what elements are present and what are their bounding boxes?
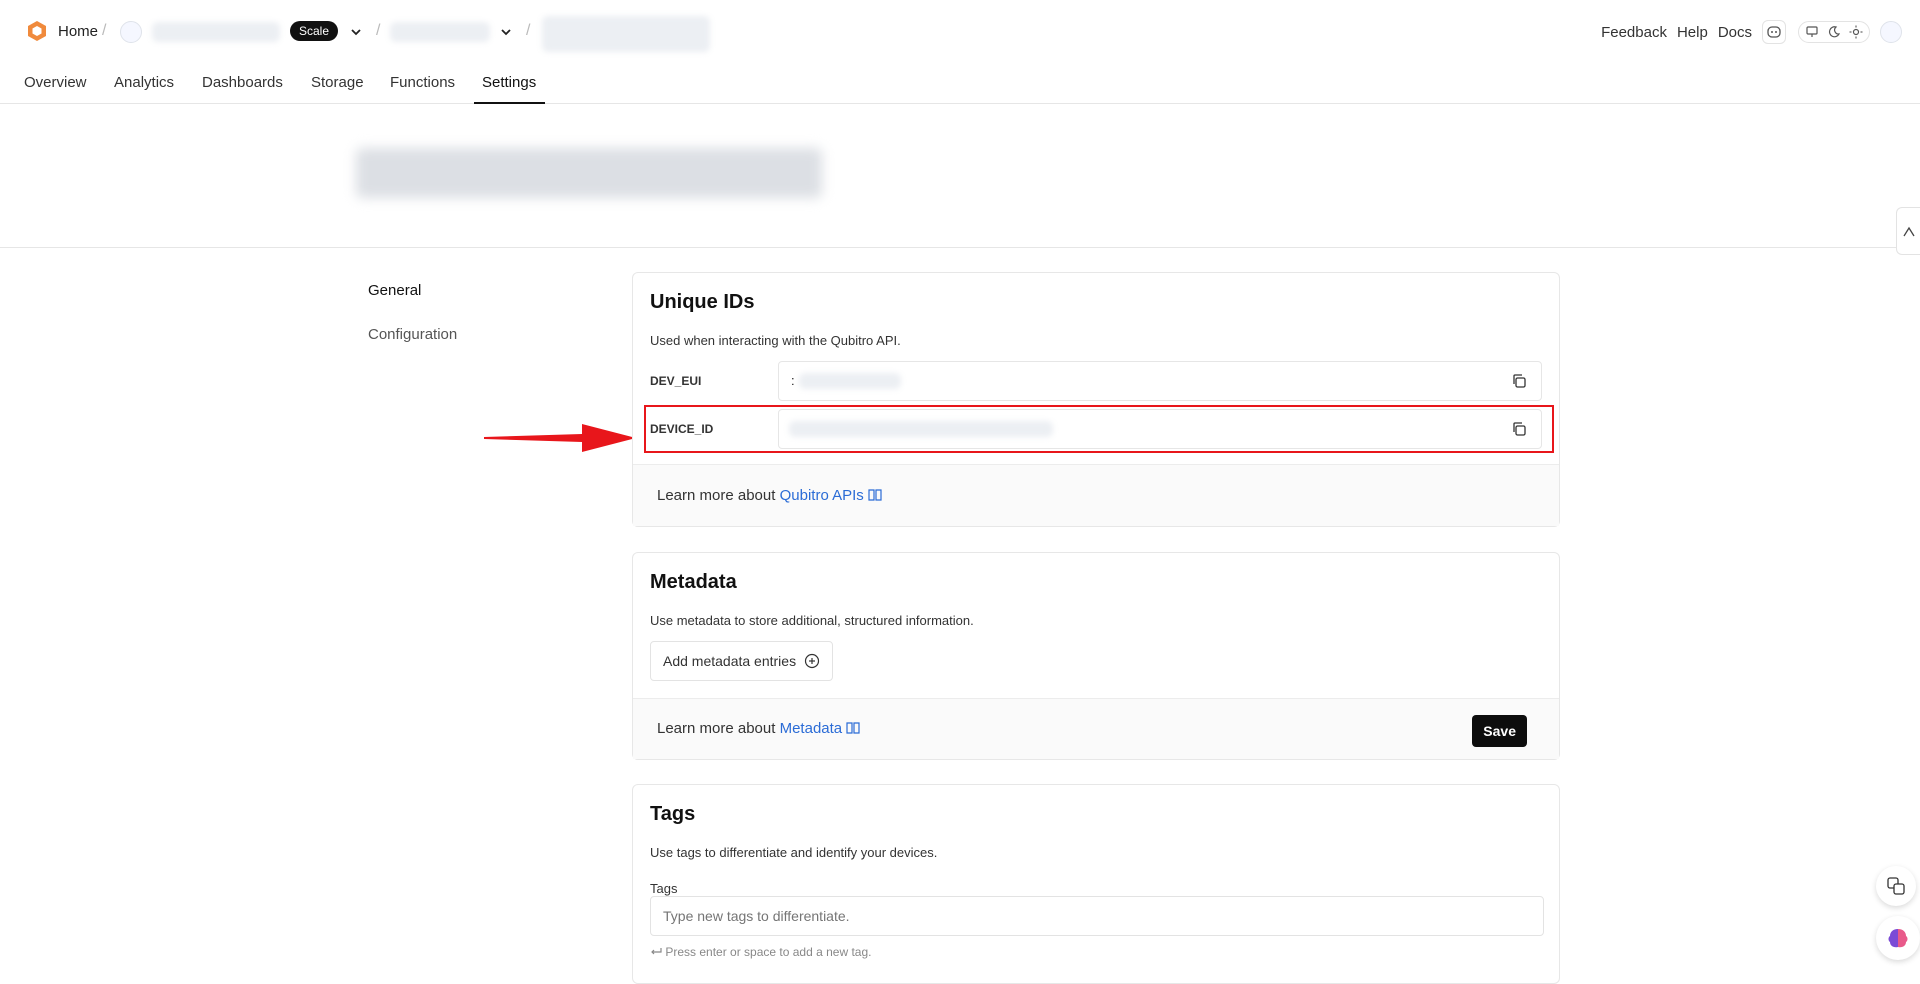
tags-title: Tags xyxy=(650,803,696,825)
dev-eui-label: DEV_EUI xyxy=(650,374,702,388)
unique-ids-description: Used when interacting with the Qubitro A… xyxy=(650,333,901,348)
docs-link[interactable]: Docs xyxy=(1718,24,1752,41)
moon-icon[interactable] xyxy=(1827,25,1841,39)
tags-description: Use tags to differentiate and identify y… xyxy=(650,845,938,860)
annotation-highlight-box xyxy=(644,405,1554,453)
book-icon[interactable] xyxy=(868,489,882,501)
side-panel-toggle[interactable] xyxy=(1896,207,1920,255)
settings-sidebar: General Configuration xyxy=(368,282,457,370)
metadata-description: Use metadata to store additional, struct… xyxy=(650,613,974,628)
add-metadata-button[interactable]: Add metadata entries xyxy=(650,641,834,681)
dev-eui-field[interactable]: : xyxy=(778,361,1542,401)
project-dropdown-chevron-icon[interactable] xyxy=(498,24,514,40)
footer-prefix: Learn more about xyxy=(657,720,776,737)
tags-card: Tags Use tags to differentiate and ident… xyxy=(632,784,1560,984)
book-icon[interactable] xyxy=(846,722,860,734)
tab-analytics[interactable]: Analytics xyxy=(114,74,174,91)
metadata-card: Metadata Use metadata to store additiona… xyxy=(632,552,1560,760)
metadata-footer: Learn more about Metadata Save xyxy=(633,698,1559,759)
tab-dashboards[interactable]: Dashboards xyxy=(202,74,283,91)
tags-field-label: Tags xyxy=(650,881,678,896)
translate-button[interactable] xyxy=(1876,866,1916,906)
annotation-arrow-icon xyxy=(484,424,636,452)
org-name-redacted xyxy=(152,22,280,42)
sidebar-item-configuration[interactable]: Configuration xyxy=(368,326,457,343)
tab-storage[interactable]: Storage xyxy=(311,74,364,91)
footer-prefix: Learn more about xyxy=(657,487,776,504)
project-name-redacted[interactable] xyxy=(390,22,490,42)
sun-icon[interactable] xyxy=(1849,25,1863,39)
assistant-button[interactable] xyxy=(1876,916,1920,960)
breadcrumb-separator: / xyxy=(376,22,381,39)
dev-eui-row: DEV_EUI : xyxy=(650,361,1542,401)
unique-ids-footer: Learn more about Qubitro APIs xyxy=(633,464,1559,526)
breadcrumb-separator: / xyxy=(102,22,107,39)
help-link[interactable]: Help xyxy=(1677,24,1708,41)
dev-eui-value-redacted xyxy=(799,373,901,389)
metadata-footer-text: Learn more about Metadata xyxy=(657,720,860,737)
main-nav: Overview Analytics Dashboards Storage Fu… xyxy=(0,64,1920,104)
metadata-title: Metadata xyxy=(650,571,737,593)
logo-icon xyxy=(28,21,46,41)
tab-overview[interactable]: Overview xyxy=(24,74,87,91)
discord-icon[interactable] xyxy=(1762,20,1786,44)
feedback-link[interactable]: Feedback xyxy=(1601,24,1667,41)
add-metadata-label: Add metadata entries xyxy=(663,653,797,669)
unique-ids-footer-text: Learn more about Qubitro APIs xyxy=(657,487,882,504)
user-avatar-icon[interactable] xyxy=(1880,21,1902,43)
sidebar-item-general[interactable]: General xyxy=(368,282,457,299)
monitor-icon[interactable] xyxy=(1805,25,1819,39)
tab-functions[interactable]: Functions xyxy=(390,74,455,91)
brain-icon xyxy=(1888,929,1908,948)
save-button[interactable]: Save xyxy=(1472,715,1527,747)
dev-eui-value-prefix: : xyxy=(791,373,795,388)
enter-key-icon xyxy=(651,948,662,955)
translate-icon xyxy=(1887,877,1905,895)
tags-hint-text: Press enter or space to add a new tag. xyxy=(665,945,872,959)
copy-icon[interactable] xyxy=(1511,373,1527,389)
plan-badge: Scale xyxy=(290,21,339,41)
home-link[interactable]: Home xyxy=(26,20,98,42)
tags-hint: Press enter or space to add a new tag. xyxy=(650,945,871,959)
page-header xyxy=(0,104,1920,248)
plus-circle-icon xyxy=(804,653,820,669)
org-dropdown-chevron-icon[interactable] xyxy=(348,24,364,40)
panel-icon xyxy=(1903,226,1915,237)
breadcrumb-separator: / xyxy=(526,22,531,39)
tab-settings[interactable]: Settings xyxy=(482,74,536,91)
org-avatar-icon xyxy=(120,21,142,43)
top-bar: Home / Scale / / Feedback Help Docs xyxy=(0,0,1920,64)
device-name-redacted xyxy=(542,16,710,52)
theme-switcher xyxy=(1798,21,1870,43)
metadata-docs-link[interactable]: Metadata xyxy=(780,720,843,737)
qubitro-apis-link[interactable]: Qubitro APIs xyxy=(780,487,864,504)
unique-ids-card: Unique IDs Used when interacting with th… xyxy=(632,272,1560,527)
tags-input[interactable] xyxy=(650,896,1544,936)
header-right: Feedback Help Docs xyxy=(1601,20,1902,44)
unique-ids-title: Unique IDs xyxy=(650,291,755,313)
home-label: Home xyxy=(58,22,99,40)
page-title-redacted xyxy=(356,148,822,198)
